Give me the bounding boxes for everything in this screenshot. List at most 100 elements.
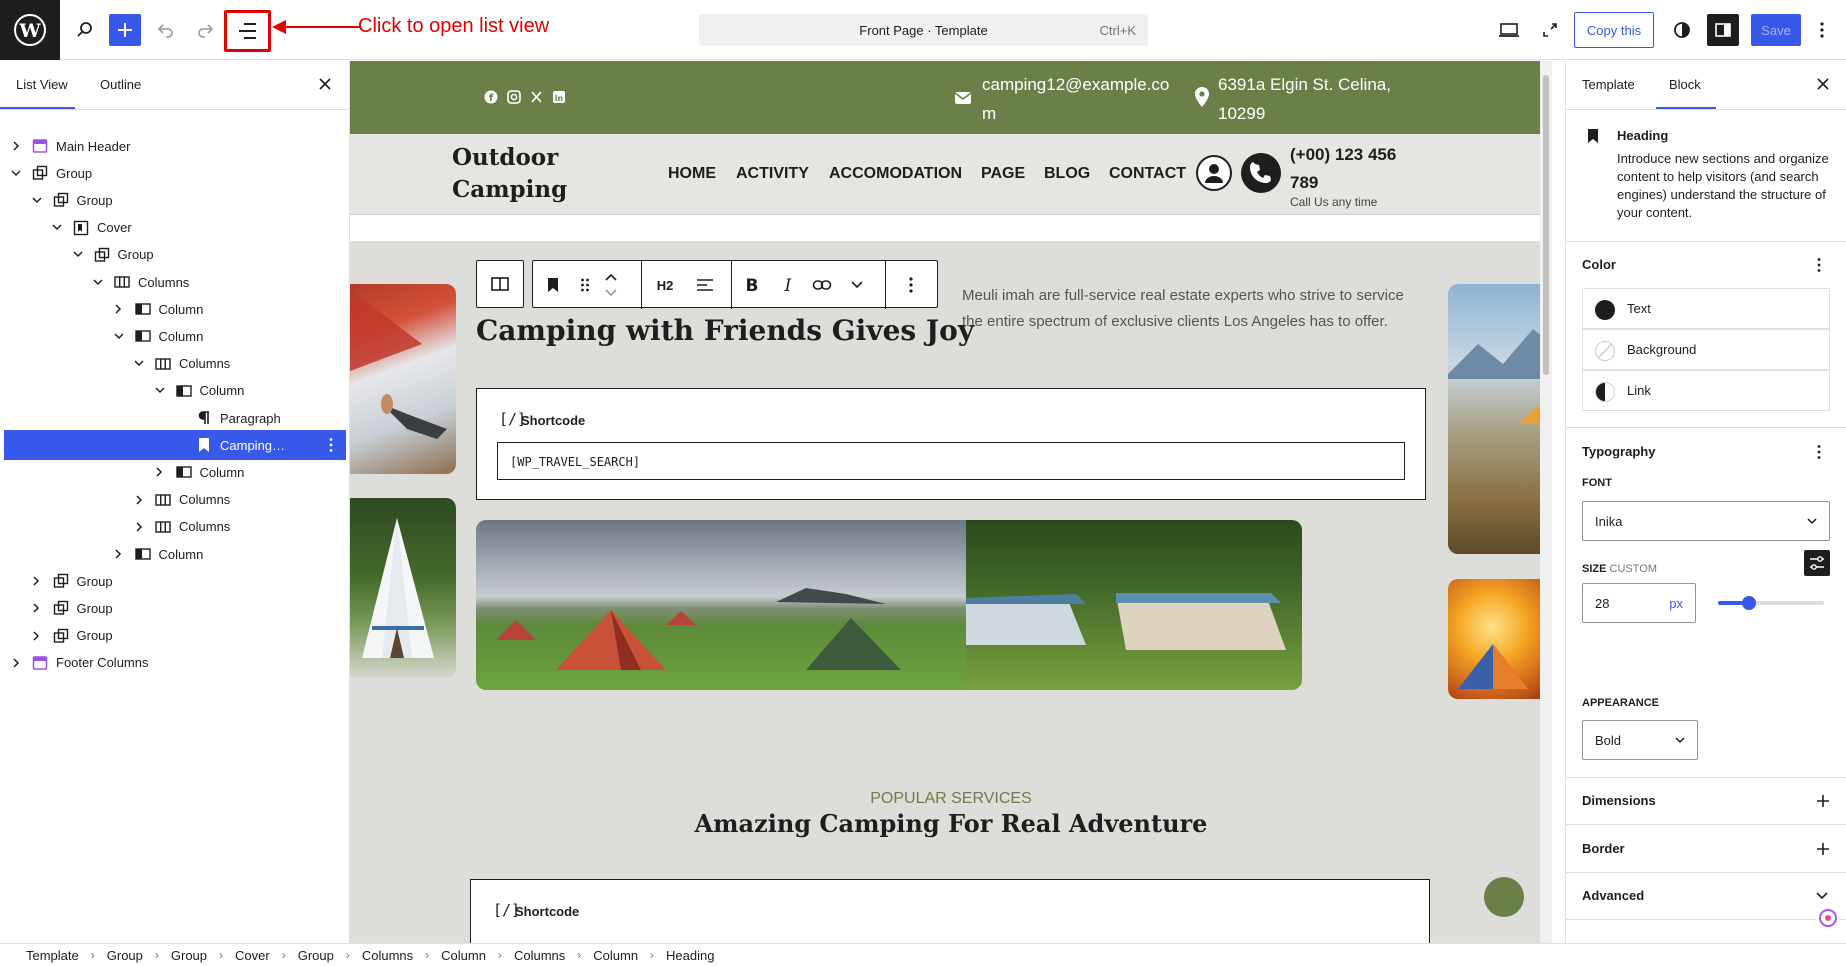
undo-button[interactable] (150, 14, 182, 46)
breadcrumb-item[interactable]: Column (441, 948, 486, 963)
view-page-button[interactable] (1534, 14, 1566, 46)
more-formatting-button[interactable] (840, 261, 874, 309)
tree-item[interactable]: Group (4, 240, 346, 270)
list-view-toggle-button[interactable] (224, 10, 271, 52)
add-block-button[interactable] (109, 14, 141, 46)
services-eyebrow[interactable]: POPULAR SERVICES (350, 790, 1552, 808)
tree-item[interactable]: Columns (4, 267, 346, 297)
color-background-row[interactable]: Background (1582, 329, 1830, 370)
shortcode-text-field[interactable]: [WP_TRAVEL_SEARCH] (497, 442, 1405, 480)
nav-blog[interactable]: BLOG (1044, 165, 1090, 183)
drag-handle[interactable] (571, 261, 599, 309)
size-slider-thumb[interactable] (1742, 596, 1756, 610)
border-panel-title[interactable]: Border (1582, 841, 1625, 856)
color-text-row[interactable]: Text (1582, 288, 1830, 329)
chevron-down-icon[interactable] (92, 276, 104, 288)
tree-item[interactable]: Column (4, 376, 346, 406)
chevron-down-icon[interactable] (113, 330, 125, 342)
options-menu-button[interactable] (1806, 14, 1838, 46)
breadcrumb-item[interactable]: Column (593, 948, 638, 963)
scrollbar-thumb[interactable] (1543, 75, 1549, 375)
styles-button[interactable] (1666, 14, 1698, 46)
typography-options-button[interactable] (1816, 444, 1822, 465)
tab-template[interactable]: Template (1582, 77, 1635, 92)
chevron-right-icon[interactable] (31, 602, 43, 614)
shortcode-block[interactable]: [/] Shortcode [WP_TRAVEL_SEARCH] (476, 388, 1426, 500)
tab-list-view[interactable]: List View (16, 77, 68, 92)
tab-block[interactable]: Block (1669, 77, 1701, 92)
search-button[interactable] (69, 14, 101, 46)
breadcrumb-item[interactable]: Group (107, 948, 143, 963)
color-panel-title[interactable]: Color (1582, 257, 1616, 272)
assistant-widget-button[interactable] (1816, 906, 1840, 930)
tree-item[interactable]: Column (4, 294, 346, 324)
chevron-down-icon[interactable] (72, 249, 84, 261)
tree-item[interactable]: Cover (4, 213, 346, 243)
color-link-row[interactable]: Link (1582, 370, 1830, 411)
breadcrumb-item[interactable]: Group (171, 948, 207, 963)
tree-item[interactable]: Paragraph (4, 403, 346, 433)
block-type-button[interactable] (533, 261, 573, 309)
breadcrumb-item[interactable]: Columns (362, 948, 413, 963)
tree-item[interactable]: Group (4, 621, 346, 651)
chevron-down-icon[interactable] (1816, 892, 1828, 900)
device-preview-button[interactable] (1493, 14, 1525, 46)
size-input[interactable]: 28 px (1582, 583, 1696, 623)
services-heading[interactable]: Amazing Camping For Real Adventure (350, 809, 1552, 838)
tab-outline[interactable]: Outline (100, 77, 141, 92)
font-select[interactable]: Inika (1582, 501, 1830, 541)
site-title-line1[interactable]: Outdoor (452, 142, 567, 174)
wordpress-logo-button[interactable]: W (0, 0, 60, 60)
tree-item[interactable]: Column (4, 321, 346, 351)
chevron-right-icon[interactable] (31, 575, 43, 587)
tree-item[interactable]: Group (4, 566, 346, 596)
close-sidebar-button[interactable] (1816, 77, 1830, 96)
tree-item[interactable]: Footer Columns (4, 648, 346, 678)
breadcrumb-item[interactable]: Heading (666, 948, 714, 963)
color-options-button[interactable] (1816, 257, 1822, 278)
heading-level-button[interactable]: H2 (642, 261, 688, 309)
nav-contact[interactable]: CONTACT (1109, 165, 1186, 183)
tree-item[interactable]: Column (4, 539, 346, 569)
bold-button[interactable]: B (732, 261, 772, 309)
block-options-button[interactable] (886, 261, 936, 309)
chevron-down-icon[interactable] (10, 167, 22, 179)
site-title-line2[interactable]: Camping (452, 174, 567, 206)
chevron-down-icon[interactable] (51, 222, 63, 234)
document-title-bar[interactable]: Front Page · Template Ctrl+K (699, 14, 1148, 46)
chevron-right-icon[interactable] (10, 140, 22, 152)
nav-home[interactable]: HOME (668, 165, 716, 183)
nav-activity[interactable]: ACTIVITY (736, 165, 809, 183)
floating-action-button[interactable] (1484, 877, 1524, 917)
advanced-panel-title[interactable]: Advanced (1582, 888, 1644, 903)
selected-heading-block[interactable]: Camping with Friends Gives Joy (476, 314, 974, 347)
chevron-right-icon[interactable] (113, 303, 125, 315)
canvas-scrollbar[interactable] (1540, 61, 1552, 943)
dimensions-panel-title[interactable]: Dimensions (1582, 793, 1656, 808)
size-presets-toggle[interactable] (1804, 550, 1830, 576)
chevron-right-icon[interactable] (154, 466, 166, 478)
breadcrumb-item[interactable]: Columns (514, 948, 565, 963)
nav-page[interactable]: PAGE (981, 165, 1025, 183)
tree-item[interactable]: Column (4, 457, 346, 487)
breadcrumb-item[interactable]: Group (298, 948, 334, 963)
breadcrumb-item[interactable]: Template (26, 948, 79, 963)
settings-sidebar-toggle[interactable] (1707, 14, 1739, 46)
tree-item[interactable]: Camping… (4, 430, 346, 461)
chevron-right-icon[interactable] (133, 494, 145, 506)
chevron-down-icon[interactable] (31, 194, 43, 206)
link-button[interactable] (804, 261, 840, 309)
copy-this-button[interactable]: Copy this (1574, 12, 1654, 48)
align-text-button[interactable] (688, 261, 722, 309)
typography-panel-title[interactable]: Typography (1582, 444, 1655, 459)
plus-icon[interactable] (1816, 794, 1830, 808)
account-button[interactable] (1196, 155, 1232, 191)
size-slider-track[interactable] (1718, 596, 1824, 610)
shortcode-block-2[interactable]: [/] Shortcode (470, 879, 1430, 943)
nav-accomodation[interactable]: ACCOMODATION (829, 165, 962, 183)
appearance-select[interactable]: Bold (1582, 720, 1698, 760)
chevron-right-icon[interactable] (113, 548, 125, 560)
chevron-right-icon[interactable] (10, 657, 22, 669)
select-parent-block-button[interactable] (476, 260, 524, 308)
tree-item[interactable]: Columns (4, 512, 346, 542)
